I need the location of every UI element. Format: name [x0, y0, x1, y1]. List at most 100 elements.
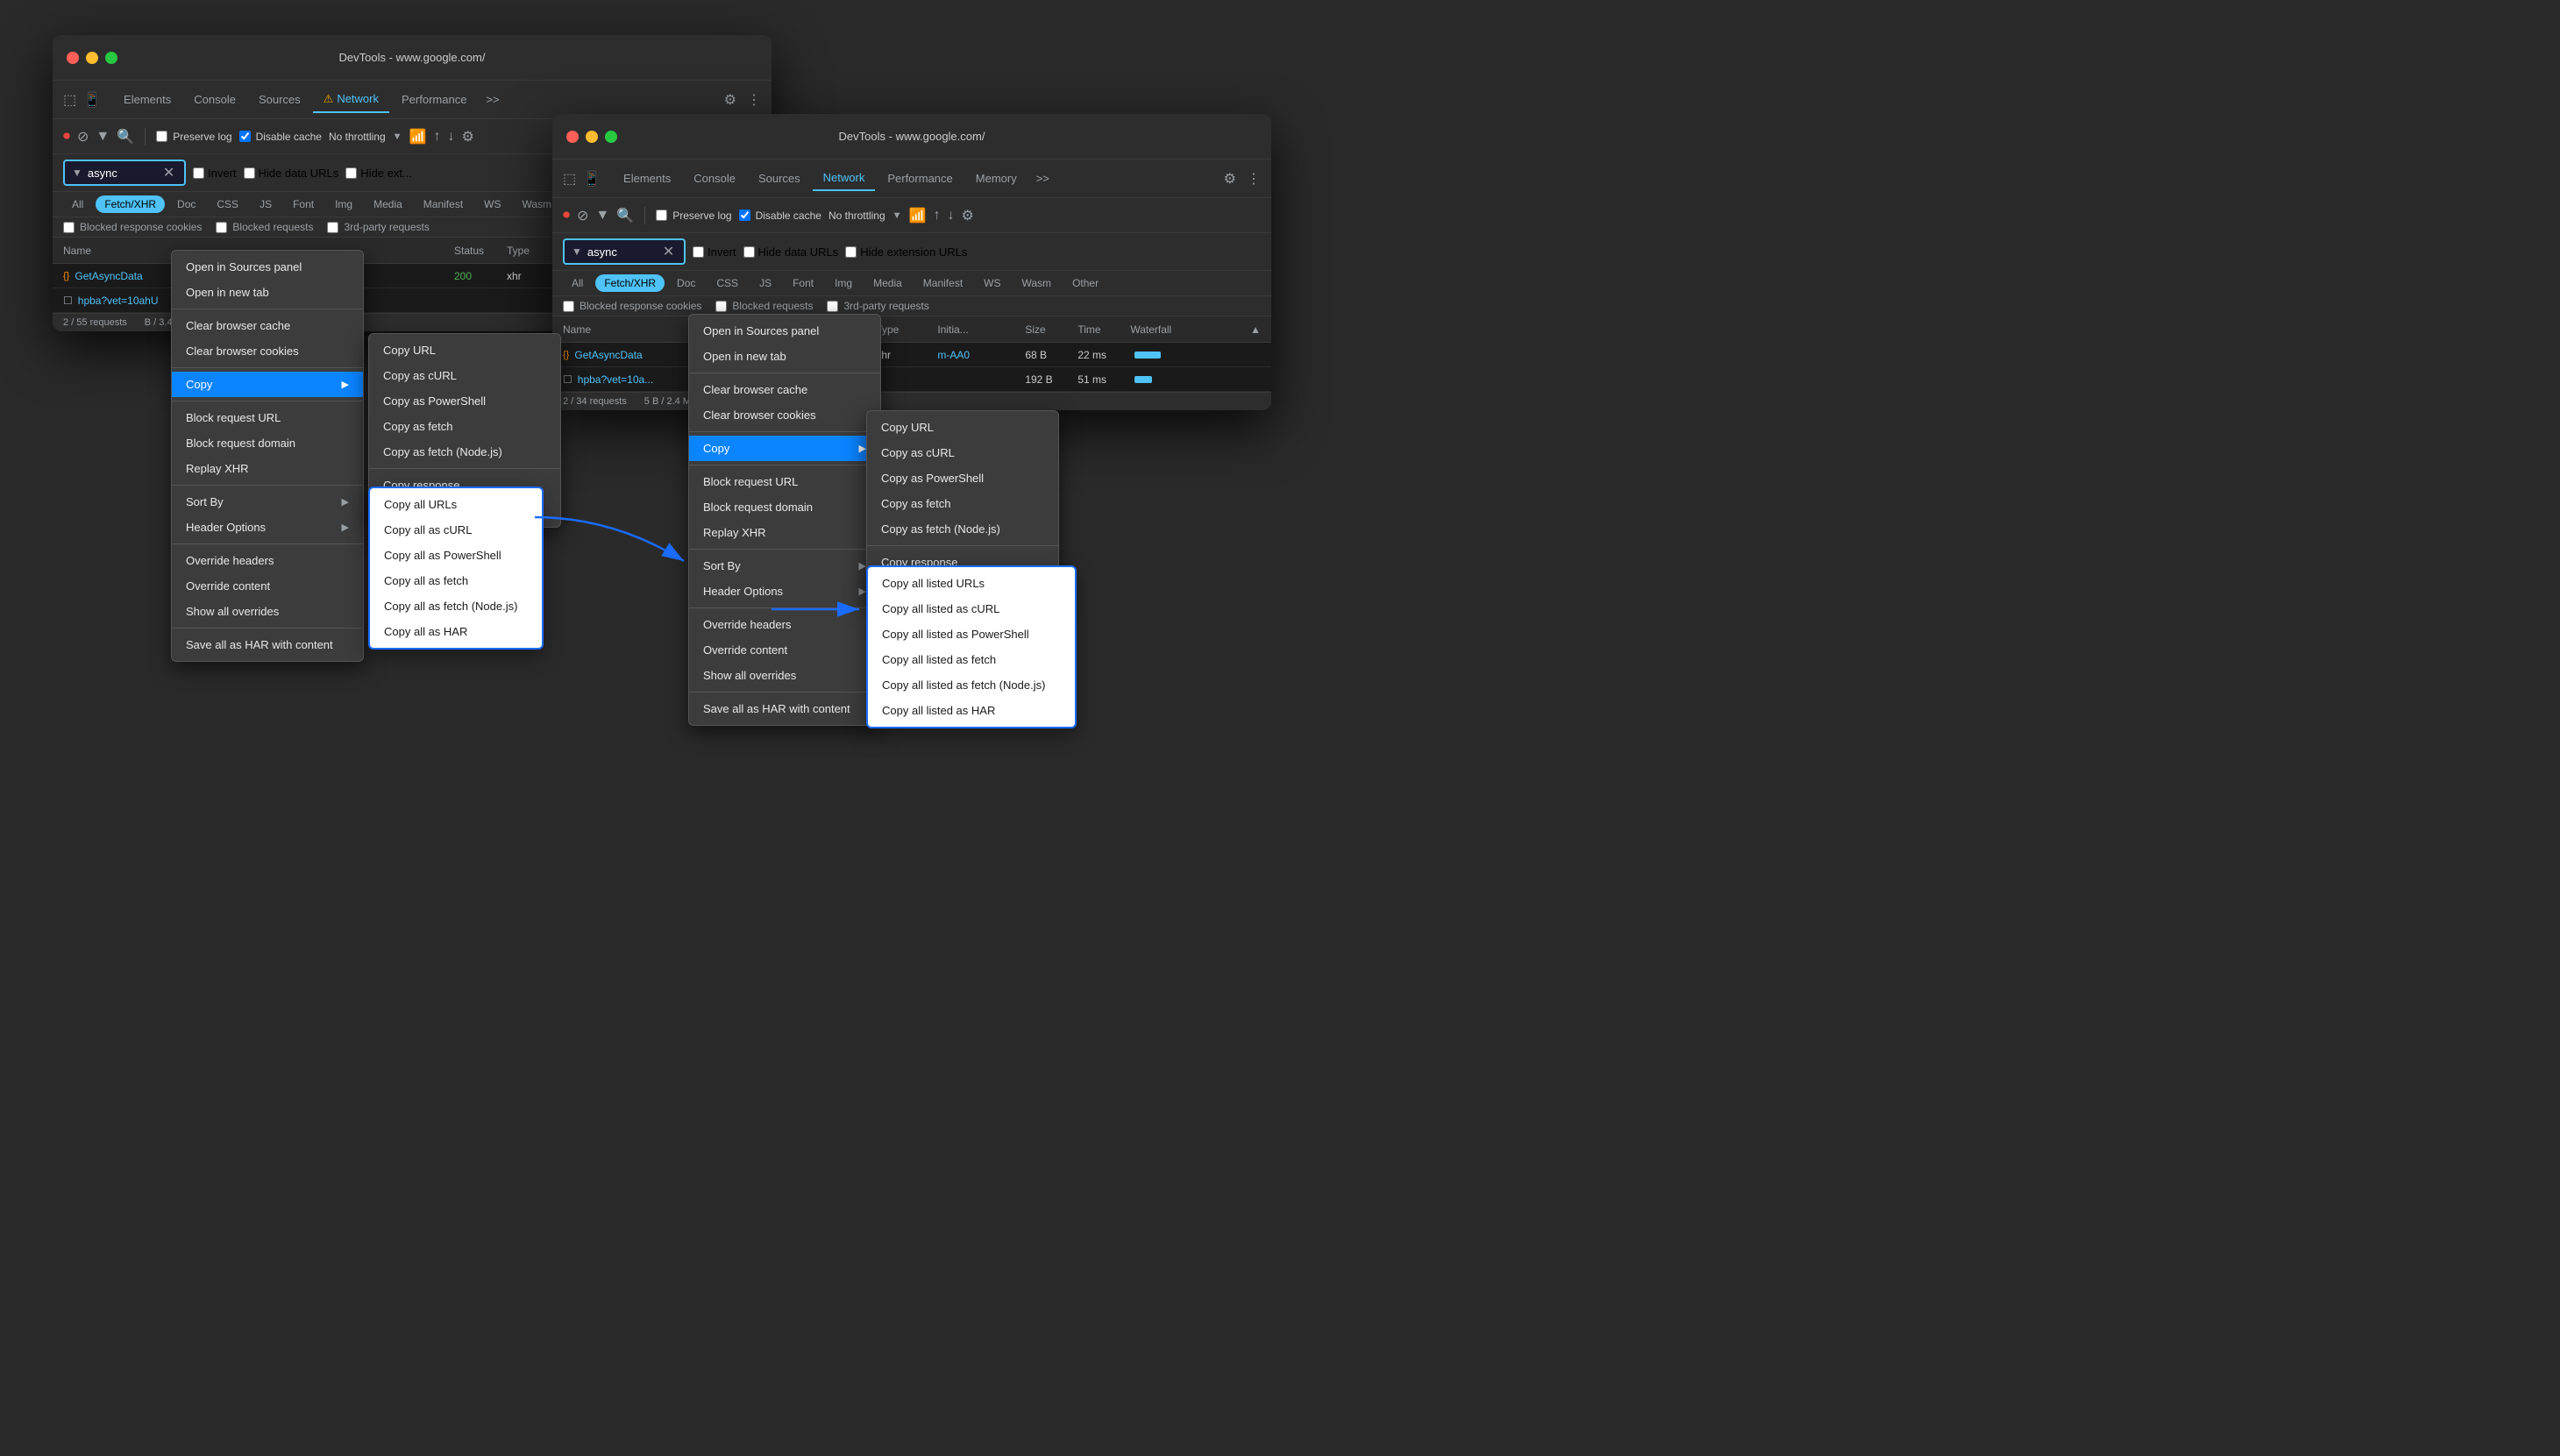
copy-powershell-1[interactable]: Copy as PowerShell	[369, 388, 560, 414]
download-icon-1[interactable]: ↓	[447, 129, 454, 145]
menu-copy-1[interactable]: Copy ▶	[172, 372, 363, 397]
maximize-button-2[interactable]	[605, 131, 617, 143]
disable-cache-check-1[interactable]	[239, 131, 251, 142]
hide-ext-urls-checkbox-2[interactable]: Hide extension URLs	[845, 245, 967, 259]
menu-header-options-1[interactable]: Header Options ▶	[172, 515, 363, 540]
menu-open-sources-1[interactable]: Open in Sources panel	[172, 254, 363, 280]
hide-data-urls-checkbox-1[interactable]: Hide data URLs	[244, 167, 339, 180]
menu-replay-xhr-1[interactable]: Replay XHR	[172, 456, 363, 481]
menu-open-sources-2[interactable]: Open in Sources panel	[689, 318, 880, 344]
type-doc-1[interactable]: Doc	[168, 195, 204, 213]
copy-fetch-1[interactable]: Copy as fetch	[369, 414, 560, 439]
menu-sort-by-2[interactable]: Sort By ▶	[689, 553, 880, 579]
type-doc-2[interactable]: Doc	[668, 274, 704, 292]
close-button-2[interactable]	[566, 131, 579, 143]
copy-all-listed-fetch-node-2[interactable]: Copy all listed as fetch (Node.js)	[868, 672, 1075, 698]
disable-cache-check-2[interactable]	[739, 210, 750, 221]
type-all-1[interactable]: All	[63, 195, 92, 213]
menu-sort-by-1[interactable]: Sort By ▶	[172, 489, 363, 515]
settings2-icon-1[interactable]: ⚙	[461, 128, 473, 146]
filter-clear-2[interactable]: ✕	[663, 243, 674, 260]
minimize-button-2[interactable]	[586, 131, 598, 143]
menu-override-headers-1[interactable]: Override headers	[172, 548, 363, 573]
preserve-log-checkbox-1[interactable]: Preserve log	[156, 131, 231, 143]
filter-icon-1[interactable]: ▼	[96, 129, 110, 145]
copy-all-listed-har-2[interactable]: Copy all listed as HAR	[868, 698, 1075, 723]
disable-cache-checkbox-1[interactable]: Disable cache	[239, 131, 322, 143]
copy-curl-2[interactable]: Copy as cURL	[867, 440, 1058, 465]
menu-open-tab-2[interactable]: Open in new tab	[689, 344, 880, 369]
hide-ext-urls-check-2[interactable]	[845, 246, 857, 258]
menu-copy-2[interactable]: Copy ▶	[689, 436, 880, 461]
copy-all-listed-curl-2[interactable]: Copy all listed as cURL	[868, 596, 1075, 621]
type-media-1[interactable]: Media	[365, 195, 411, 213]
tab-memory-2[interactable]: Memory	[965, 167, 1028, 190]
copy-fetch-2[interactable]: Copy as fetch	[867, 491, 1058, 516]
copy-url-2[interactable]: Copy URL	[867, 415, 1058, 440]
menu-save-har-1[interactable]: Save all as HAR with content	[172, 632, 363, 657]
download-icon-2[interactable]: ↓	[947, 208, 954, 224]
blocked-requests-2[interactable]: Blocked requests	[715, 300, 813, 312]
copy-all-fetch-node-1[interactable]: Copy all as fetch (Node.js)	[370, 593, 542, 619]
record-icon-1[interactable]: ⏺	[63, 129, 70, 145]
type-js-2[interactable]: JS	[750, 274, 780, 292]
sort-icon-2[interactable]: ▲	[1250, 323, 1261, 336]
menu-header-options-2[interactable]: Header Options ▶	[689, 579, 880, 604]
upload-icon-2[interactable]: ↑	[933, 208, 940, 224]
pointer-icon[interactable]: ⬚	[63, 91, 76, 109]
tab-network-2[interactable]: Network	[813, 166, 876, 191]
settings2-icon-2[interactable]: ⚙	[961, 207, 973, 224]
minimize-button-1[interactable]	[86, 52, 98, 64]
type-media-2[interactable]: Media	[864, 274, 911, 292]
menu-clear-cookies-2[interactable]: Clear browser cookies	[689, 402, 880, 428]
table-row-w2-0[interactable]: {} GetAsyncData 200 xhr m-AA0 68 B 22 ms	[552, 343, 1271, 367]
mobile-icon[interactable]: 📱	[83, 91, 101, 109]
wifi-icon-2[interactable]: 📶	[909, 207, 927, 224]
clear-icon-2[interactable]: ⊘	[577, 207, 588, 224]
menu-open-tab-1[interactable]: Open in new tab	[172, 280, 363, 305]
search-icon-1[interactable]: 🔍	[117, 128, 134, 146]
blocked-requests-1[interactable]: Blocked requests	[216, 221, 313, 233]
search-icon-2[interactable]: 🔍	[616, 207, 634, 224]
copy-all-har-1[interactable]: Copy all as HAR	[370, 619, 542, 644]
more-icon-1[interactable]: ⋮	[747, 91, 761, 109]
invert-checkbox-1[interactable]: Invert	[193, 167, 237, 180]
menu-block-domain-2[interactable]: Block request domain	[689, 494, 880, 520]
menu-override-content-2[interactable]: Override content	[689, 637, 880, 663]
hide-data-urls-check-2[interactable]	[743, 246, 755, 258]
copy-url-1[interactable]: Copy URL	[369, 337, 560, 363]
close-button-1[interactable]	[67, 52, 79, 64]
clear-icon-1[interactable]: ⊘	[77, 128, 89, 146]
blocked-cookies-2[interactable]: Blocked response cookies	[563, 300, 701, 312]
tab-elements-2[interactable]: Elements	[613, 167, 681, 190]
menu-replay-xhr-2[interactable]: Replay XHR	[689, 520, 880, 545]
mobile-icon-2[interactable]: 📱	[583, 170, 601, 188]
filter-input-2[interactable]	[587, 245, 658, 259]
tab-network-1[interactable]: ⚠ Network	[313, 87, 389, 113]
tab-sources-2[interactable]: Sources	[748, 167, 811, 190]
copy-fetch-node-2[interactable]: Copy as fetch (Node.js)	[867, 516, 1058, 542]
throttle-arrow-1[interactable]: ▼	[393, 131, 402, 142]
throttle-arrow-2[interactable]: ▼	[892, 210, 902, 221]
menu-clear-cache-2[interactable]: Clear browser cache	[689, 377, 880, 402]
copy-all-curl-1[interactable]: Copy all as cURL	[370, 517, 542, 543]
tab-console-1[interactable]: Console	[183, 88, 246, 111]
record-icon-2[interactable]: ⏺	[563, 208, 570, 224]
wifi-icon-1[interactable]: 📶	[409, 128, 427, 146]
copy-all-listed-fetch-2[interactable]: Copy all listed as fetch	[868, 647, 1075, 672]
preserve-log-checkbox-2[interactable]: Preserve log	[656, 210, 731, 222]
type-manifest-2[interactable]: Manifest	[914, 274, 971, 292]
tab-more-2[interactable]: >>	[1029, 168, 1056, 188]
menu-clear-cookies-1[interactable]: Clear browser cookies	[172, 338, 363, 364]
type-all-2[interactable]: All	[563, 274, 592, 292]
tab-elements-1[interactable]: Elements	[113, 88, 181, 111]
settings-icon-2[interactable]: ⚙	[1224, 170, 1236, 188]
menu-override-headers-2[interactable]: Override headers	[689, 612, 880, 637]
menu-show-overrides-1[interactable]: Show all overrides	[172, 599, 363, 624]
hide-ext-check-1[interactable]	[345, 167, 357, 179]
type-css-1[interactable]: CSS	[208, 195, 247, 213]
type-fetch-xhr-2[interactable]: Fetch/XHR	[595, 274, 665, 292]
menu-block-url-2[interactable]: Block request URL	[689, 469, 880, 494]
more-icon-2[interactable]: ⋮	[1247, 170, 1261, 188]
type-img-2[interactable]: Img	[826, 274, 861, 292]
